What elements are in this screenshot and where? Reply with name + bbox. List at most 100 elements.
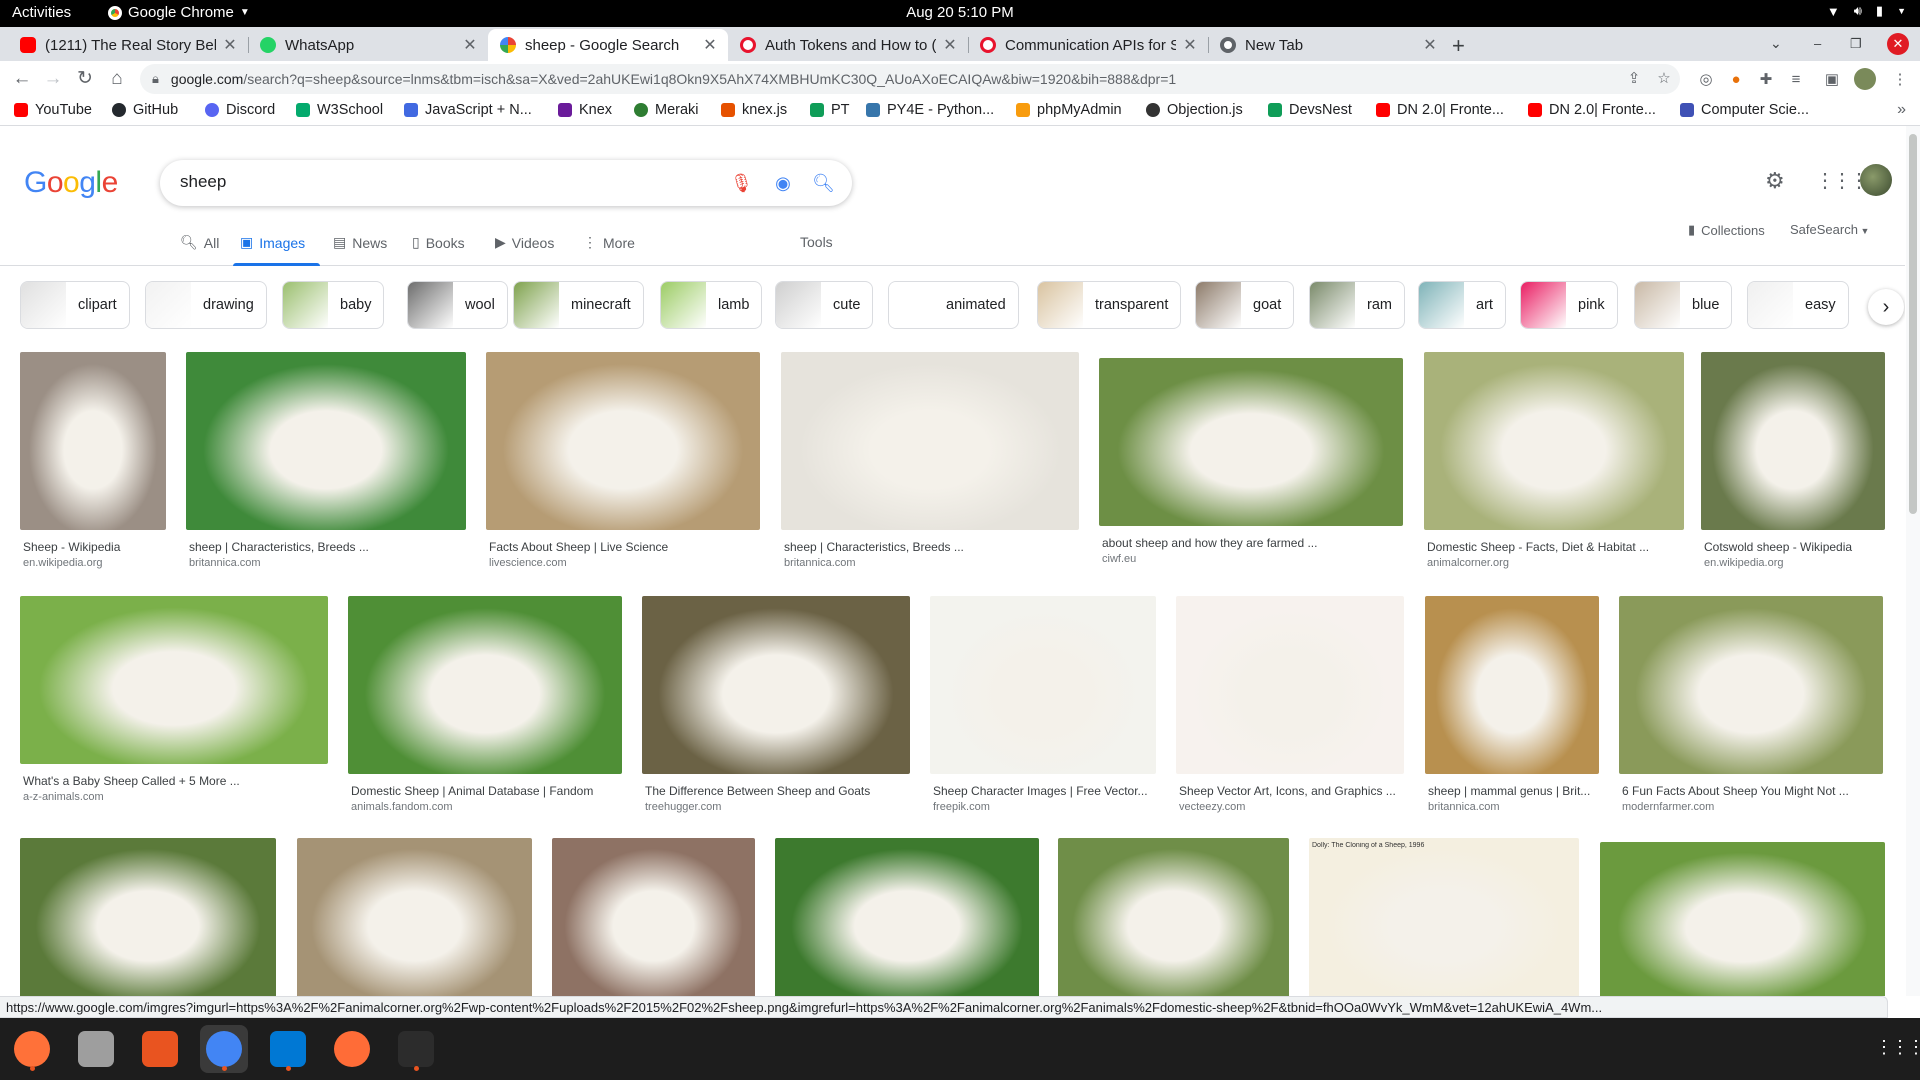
- result-title[interactable]: The Difference Between Sheep and Goats: [645, 784, 907, 798]
- image-result[interactable]: Sheep - Wikipedia en.wikipedia.org: [20, 352, 166, 570]
- chevron-right-double-icon[interactable]: »: [1897, 101, 1906, 119]
- image-result[interactable]: Domestic Sheep - Facts, Diet & Habitat .…: [1424, 352, 1684, 570]
- image-result[interactable]: [297, 838, 532, 996]
- result-title[interactable]: Cotswold sheep - Wikipedia: [1704, 540, 1882, 554]
- new-tab-button[interactable]: +: [1452, 33, 1465, 59]
- more-vert-icon[interactable]: ⋮: [1890, 70, 1910, 90]
- address-bar[interactable]: 🔒︎ google.com/search?q=sheep&source=lnms…: [140, 64, 1680, 94]
- gear-icon[interactable]: ⚙: [1765, 168, 1785, 194]
- apps-grid-icon[interactable]: ⋮⋮⋮: [1815, 168, 1869, 193]
- result-title[interactable]: Facts About Sheep | Live Science: [489, 540, 757, 554]
- chip-blue[interactable]: blue: [1634, 281, 1733, 329]
- result-title[interactable]: Domestic Sheep - Facts, Diet & Habitat .…: [1427, 540, 1681, 554]
- tab-more[interactable]: ⋮ More: [583, 234, 635, 251]
- chip-ram[interactable]: ram: [1309, 281, 1405, 329]
- scrollbar-thumb[interactable]: [1909, 134, 1917, 514]
- camera-lens-icon[interactable]: ◉: [772, 172, 794, 194]
- bookmark-javascript[interactable]: JavaScript + N...: [404, 102, 532, 118]
- result-source[interactable]: freepik.com: [933, 801, 990, 813]
- result-thumbnail[interactable]: [486, 352, 760, 530]
- puzzle-icon[interactable]: ✚: [1756, 70, 1776, 90]
- bookmark-w3school[interactable]: W3School: [296, 102, 383, 118]
- result-thumbnail[interactable]: [1176, 596, 1404, 774]
- result-title[interactable]: sheep | mammal genus | Brit...: [1428, 784, 1596, 798]
- image-result[interactable]: Dolly: The Cloning of a Sheep, 1996: [1309, 838, 1579, 996]
- result-thumbnail[interactable]: [1058, 838, 1289, 996]
- search-input[interactable]: [180, 172, 680, 192]
- image-result[interactable]: [775, 838, 1039, 996]
- image-result[interactable]: sheep | Characteristics, Breeds ... brita…: [781, 352, 1079, 570]
- tab-whatsapp[interactable]: WhatsApp ✕: [248, 29, 488, 61]
- result-source[interactable]: a-z-animals.com: [23, 791, 104, 803]
- bookmark-knex[interactable]: Knex: [558, 102, 612, 118]
- bookmark-py4e[interactable]: PY4E - Python...: [866, 102, 994, 118]
- profile-avatar[interactable]: [1854, 68, 1876, 90]
- result-thumbnail[interactable]: [775, 838, 1039, 996]
- result-title[interactable]: 6 Fun Facts About Sheep You Might Not ..…: [1622, 784, 1880, 798]
- safesearch-button[interactable]: SafeSearch ▼: [1790, 222, 1869, 237]
- dock-app[interactable]: [264, 1025, 312, 1073]
- result-thumbnail[interactable]: [297, 838, 532, 996]
- image-result[interactable]: The Difference Between Sheep and Goats tr…: [642, 596, 910, 814]
- result-thumbnail[interactable]: [1424, 352, 1684, 530]
- result-title[interactable]: sheep | Characteristics, Breeds ...: [784, 540, 1076, 554]
- result-source[interactable]: treehugger.com: [645, 801, 721, 813]
- show-applications-icon[interactable]: ⋮⋮⋮: [1875, 1037, 1920, 1058]
- result-thumbnail[interactable]: [1701, 352, 1885, 530]
- image-result[interactable]: [552, 838, 755, 996]
- chip-animated[interactable]: animated: [888, 281, 1019, 329]
- chip-baby[interactable]: baby: [282, 281, 385, 329]
- image-result[interactable]: [1058, 838, 1289, 996]
- result-thumbnail[interactable]: [1600, 842, 1885, 996]
- result-source[interactable]: animalcorner.org: [1427, 557, 1509, 569]
- result-title[interactable]: Domestic Sheep | Animal Database | Fando…: [351, 784, 619, 798]
- result-source[interactable]: livescience.com: [489, 557, 567, 569]
- close-icon[interactable]: ✕: [462, 35, 478, 55]
- result-thumbnail[interactable]: [20, 838, 276, 996]
- image-result[interactable]: about sheep and how they are farmed ... c…: [1099, 358, 1403, 566]
- image-result[interactable]: [1600, 842, 1885, 996]
- tab-new-tab[interactable]: New Tab ✕: [1208, 29, 1448, 61]
- tab-auth-tokens[interactable]: Auth Tokens and How to ( ✕: [728, 29, 968, 61]
- tab-videos[interactable]: ▶ Videos: [495, 234, 554, 251]
- bookmark-youtube[interactable]: YouTube: [14, 102, 92, 118]
- google-logo[interactable]: Google: [24, 166, 118, 200]
- chip-clipart[interactable]: clipart: [20, 281, 130, 329]
- close-icon[interactable]: ✕: [942, 35, 958, 55]
- tab-news[interactable]: ▤ News: [333, 234, 387, 251]
- result-thumbnail[interactable]: [930, 596, 1156, 774]
- bookmark-meraki[interactable]: Meraki: [634, 102, 699, 118]
- result-thumbnail[interactable]: [1425, 596, 1599, 774]
- tab-books[interactable]: ▯ Books: [412, 234, 465, 251]
- result-thumbnail[interactable]: [642, 596, 910, 774]
- result-source[interactable]: animals.fandom.com: [351, 801, 453, 813]
- system-tray[interactable]: ▼ 🔊︎ ▮ ▼: [1827, 3, 1906, 19]
- chip-lamb[interactable]: lamb: [660, 281, 763, 329]
- chip-minecraft[interactable]: minecraft: [513, 281, 644, 329]
- image-result[interactable]: Sheep Character Images | Free Vector... f…: [930, 596, 1156, 814]
- result-title[interactable]: Dolly: The Cloning of a Sheep, 1996: [1312, 842, 1576, 849]
- side-panel-icon[interactable]: ▣: [1822, 70, 1842, 90]
- image-result[interactable]: 6 Fun Facts About Sheep You Might Not ..…: [1619, 596, 1883, 814]
- result-thumbnail[interactable]: [1099, 358, 1403, 526]
- clock[interactable]: Aug 20 5:10 PM: [906, 4, 1014, 21]
- result-thumbnail[interactable]: [20, 596, 328, 764]
- result-thumbnail[interactable]: [348, 596, 622, 774]
- chip-pink[interactable]: pink: [1520, 281, 1618, 329]
- microphone-icon[interactable]: 🎙︎: [730, 172, 753, 194]
- activities-button[interactable]: Activities: [12, 4, 71, 21]
- chevron-right-icon[interactable]: ›: [1868, 289, 1904, 325]
- bookmark-devsnest[interactable]: DevsNest: [1268, 102, 1352, 118]
- dock-app[interactable]: [8, 1025, 56, 1073]
- reload-icon[interactable]: ↻: [72, 67, 98, 91]
- result-source[interactable]: en.wikipedia.org: [1704, 557, 1784, 569]
- page-scrollbar[interactable]: [1906, 126, 1920, 996]
- collections-button[interactable]: ▮ Collections: [1688, 222, 1765, 238]
- dock-app[interactable]: [72, 1025, 120, 1073]
- tab-search-chevron-icon[interactable]: ⌄: [1770, 35, 1782, 52]
- result-thumbnail[interactable]: [186, 352, 466, 530]
- bookmark-dn-frontend-1[interactable]: DN 2.0| Fronte...: [1376, 102, 1504, 118]
- image-result[interactable]: Domestic Sheep | Animal Database | Fando…: [348, 596, 622, 814]
- bookmark-knexjs[interactable]: knex.js: [721, 102, 787, 118]
- result-thumbnail[interactable]: [552, 838, 755, 996]
